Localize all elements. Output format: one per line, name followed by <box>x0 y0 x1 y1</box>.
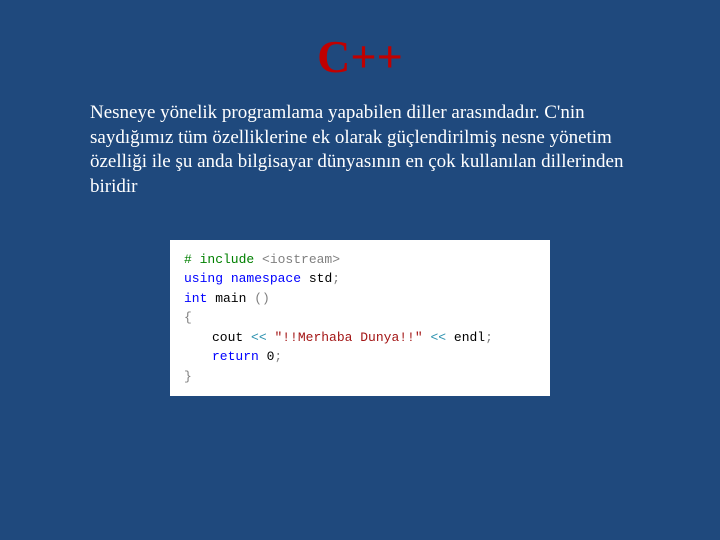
code-line-2: using namespace std; <box>184 269 536 289</box>
id-endl: endl <box>446 330 485 345</box>
op-shift-2: << <box>430 330 446 345</box>
include-header: <iostream> <box>262 252 340 267</box>
kw-namespace: namespace <box>231 271 301 286</box>
code-line-4: int main () <box>184 289 536 309</box>
code-line-7: cout << "!!Merhaba Dunya!!" << endl; <box>184 328 536 348</box>
code-line-9: } <box>184 367 536 387</box>
string-literal: "!!Merhaba Dunya!!" <box>274 330 422 345</box>
code-line-8: return 0; <box>184 347 536 367</box>
slide-body-text: Nesneye yönelik programlama yapabilen di… <box>90 101 630 200</box>
brace-close: } <box>184 369 192 384</box>
fn-main: main <box>207 291 254 306</box>
id-cout: cout <box>212 330 251 345</box>
kw-using: using <box>184 271 223 286</box>
brace-open: { <box>184 310 192 325</box>
op-shift-1: << <box>251 330 267 345</box>
preproc-hash: # include <box>184 252 262 267</box>
code-line-6: { <box>184 308 536 328</box>
kw-int: int <box>184 291 207 306</box>
ns-std: std <box>301 271 332 286</box>
code-line-1: # include <iostream> <box>184 250 536 270</box>
slide: C++ Nesneye yönelik programlama yapabile… <box>0 0 720 540</box>
code-snippet: # include <iostream> using namespace std… <box>170 240 550 397</box>
lit-zero: 0 <box>259 349 275 364</box>
kw-return: return <box>212 349 259 364</box>
slide-title: C++ <box>90 30 630 83</box>
